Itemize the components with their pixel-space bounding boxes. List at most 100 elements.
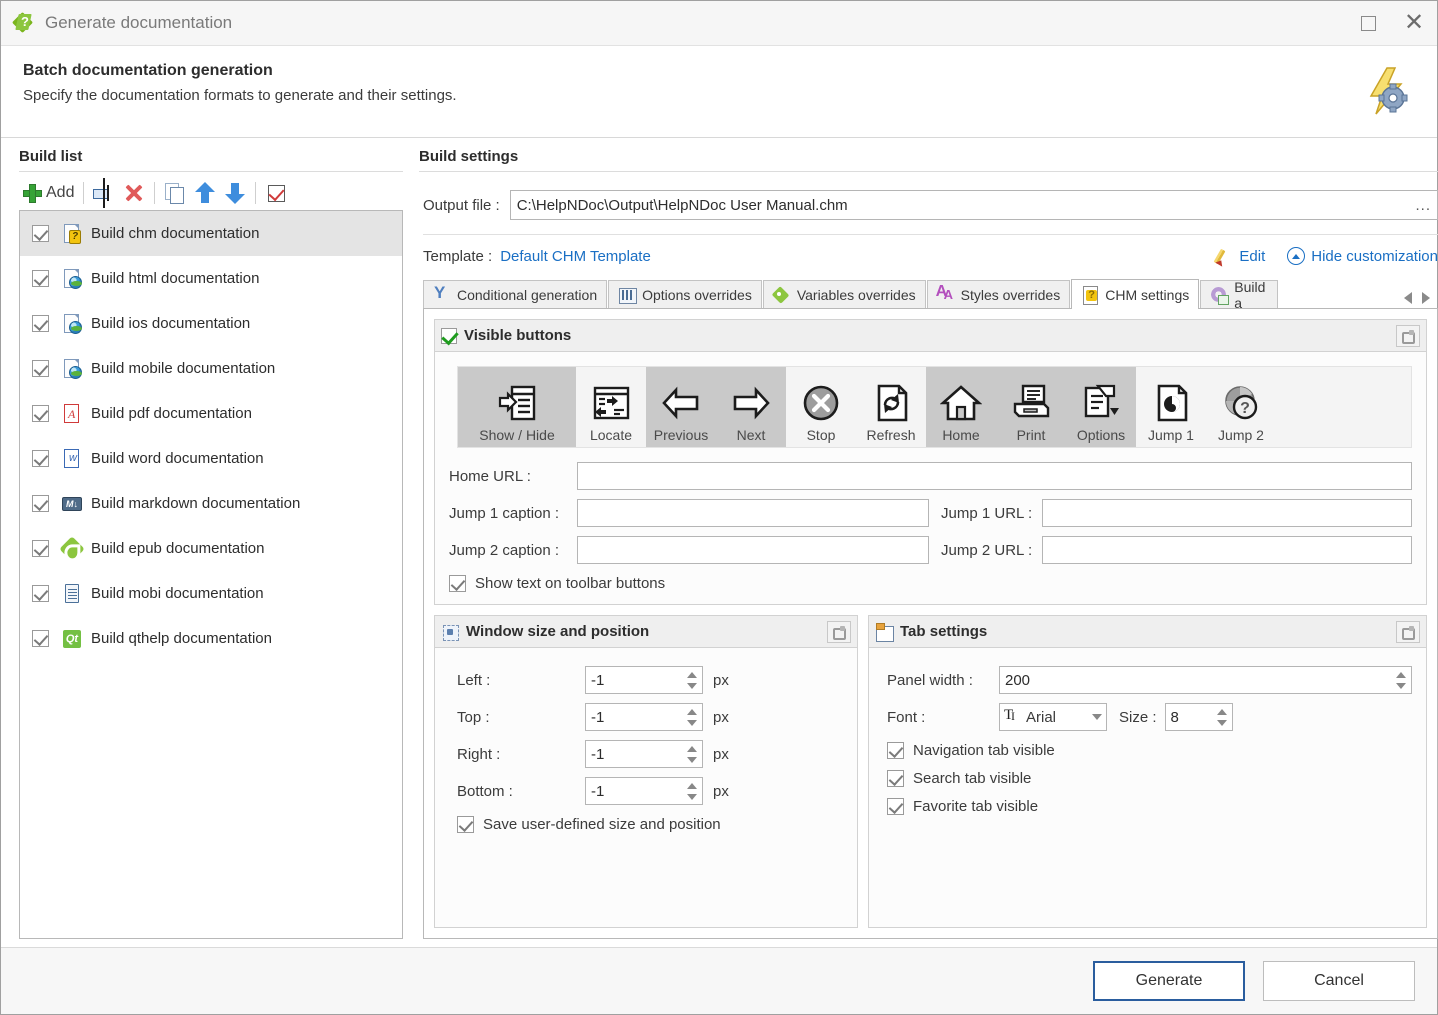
- toolbar-button-previous[interactable]: Previous: [646, 367, 716, 447]
- favorite-tab-checkbox[interactable]: [887, 798, 904, 815]
- tab-settings-group: Tab settings Panel width : 200 Font: T …: [868, 615, 1427, 928]
- toolbar-button-stop[interactable]: Stop: [786, 367, 856, 447]
- toolbar-separator: [255, 182, 257, 204]
- hide-customization-link[interactable]: Hide customization: [1311, 248, 1438, 265]
- duplicate-button[interactable]: [160, 178, 190, 208]
- top-spinner[interactable]: -1: [585, 703, 703, 731]
- arrow-down-icon: [225, 182, 246, 204]
- navigation-tab-checkbox[interactable]: [887, 742, 904, 759]
- jump2-url-label: Jump 2 URL :: [941, 541, 1033, 559]
- size-spinner[interactable]: 8: [1164, 703, 1233, 731]
- window-position-icon: [441, 623, 459, 641]
- item-checkbox[interactable]: [32, 630, 49, 647]
- bottom-spinner[interactable]: -1: [585, 777, 703, 805]
- toolbar-button-next[interactable]: Next: [716, 367, 786, 447]
- output-file-input[interactable]: C:\HelpNDoc\Output\HelpNDoc User Manual.…: [509, 190, 1438, 220]
- font-combobox[interactable]: Arial: [999, 703, 1107, 731]
- item-checkbox[interactable]: [32, 585, 49, 602]
- tab-build-actions[interactable]: Build a: [1200, 280, 1279, 308]
- rename-button[interactable]: [89, 178, 119, 208]
- reset-tab-settings-button[interactable]: [1396, 620, 1420, 643]
- move-down-button[interactable]: [220, 178, 250, 208]
- save-size-row: Save user-defined size and position: [457, 816, 843, 833]
- visible-buttons-checkbox[interactable]: [441, 327, 457, 344]
- delete-button[interactable]: [119, 178, 149, 208]
- build-list[interactable]: ? Build chm documentation Build html doc…: [19, 210, 403, 939]
- tab-label: CHM settings: [1105, 286, 1190, 303]
- styles-icon: [936, 283, 955, 304]
- word-icon: [61, 448, 83, 470]
- reset-icon: [833, 626, 846, 640]
- list-item[interactable]: Build word documentation: [20, 436, 402, 481]
- item-checkbox[interactable]: [32, 360, 49, 377]
- edit-template-link[interactable]: Edit: [1239, 248, 1265, 265]
- cancel-button[interactable]: Cancel: [1263, 961, 1415, 1001]
- item-checkbox[interactable]: [32, 270, 49, 287]
- reset-visible-buttons-button[interactable]: [1396, 324, 1420, 347]
- list-item[interactable]: Build mobile documentation: [20, 346, 402, 391]
- list-item-label: Build mobile documentation: [91, 360, 276, 377]
- tab-options-overrides[interactable]: Options overrides: [608, 280, 762, 308]
- bottom-value: -1: [591, 782, 605, 800]
- jump1-caption-label: Jump 1 caption :: [449, 504, 560, 522]
- browse-button[interactable]: ...: [1409, 197, 1431, 214]
- close-button[interactable]: ✕: [1391, 1, 1437, 45]
- list-item[interactable]: Qt Build qthelp documentation: [20, 616, 402, 661]
- tab-styles-overrides[interactable]: Styles overrides: [926, 280, 1071, 308]
- list-item[interactable]: Build epub documentation: [20, 526, 402, 571]
- toolbar-button-refresh[interactable]: Refresh: [856, 367, 926, 447]
- tab-label: Build a: [1234, 280, 1266, 308]
- right-spinner[interactable]: -1: [585, 740, 703, 768]
- list-item[interactable]: ? Build chm documentation: [20, 211, 402, 256]
- list-item[interactable]: Build pdf documentation: [20, 391, 402, 436]
- jump2-caption-input[interactable]: [577, 536, 929, 564]
- list-item[interactable]: M↓ Build markdown documentation: [20, 481, 402, 526]
- template-value-link[interactable]: Default CHM Template: [500, 248, 651, 265]
- toolbar-button-home[interactable]: Home: [926, 367, 996, 447]
- right-value: -1: [591, 745, 605, 763]
- tab-settings-header: Tab settings: [869, 616, 1426, 648]
- item-checkbox[interactable]: [32, 405, 49, 422]
- jump1-url-input[interactable]: [1042, 499, 1412, 527]
- toolbar-button-jump2[interactable]: ? Jump 2: [1206, 367, 1276, 447]
- toolbar-button-locate[interactable]: Locate: [576, 367, 646, 447]
- navigation-tab-row: Navigation tab visible: [887, 742, 1412, 759]
- generate-button[interactable]: Generate: [1093, 961, 1245, 1001]
- toolbar-button-print[interactable]: Print: [996, 367, 1066, 447]
- toolbar-button-jump1[interactable]: Jump 1: [1136, 367, 1206, 447]
- search-tab-checkbox[interactable]: [887, 770, 904, 787]
- move-up-button[interactable]: [190, 178, 220, 208]
- settings-tabstrip: Conditional generation Options overrides…: [423, 279, 1438, 309]
- home-url-input[interactable]: [577, 462, 1412, 490]
- list-item[interactable]: Build html documentation: [20, 256, 402, 301]
- build-list-toolbar: Add: [19, 176, 403, 210]
- scroll-right-icon[interactable]: [1422, 292, 1430, 304]
- item-checkbox[interactable]: [32, 315, 49, 332]
- unit-label: px: [713, 782, 729, 800]
- tab-variables-overrides[interactable]: Variables overrides: [762, 280, 926, 308]
- tab-chm-settings[interactable]: CHM settings: [1071, 279, 1200, 309]
- panel-width-spinner[interactable]: 200: [999, 666, 1412, 694]
- left-label: Left :: [457, 671, 491, 689]
- window-size-body: Left : -1 px Top : -1 px Right: -1 px B…: [435, 648, 857, 845]
- jump2-url-input[interactable]: [1042, 536, 1412, 564]
- item-checkbox[interactable]: [32, 540, 49, 557]
- jump1-caption-input[interactable]: [577, 499, 929, 527]
- select-all-button[interactable]: [261, 178, 291, 208]
- rename-icon: [93, 185, 115, 201]
- maximize-button[interactable]: [1345, 1, 1391, 45]
- scroll-left-icon[interactable]: [1404, 292, 1412, 304]
- add-button[interactable]: Add: [19, 178, 78, 208]
- list-item[interactable]: Build ios documentation: [20, 301, 402, 346]
- list-item[interactable]: Build mobi documentation: [20, 571, 402, 616]
- show-text-checkbox[interactable]: [449, 575, 466, 592]
- toolbar-button-options[interactable]: Options: [1066, 367, 1136, 447]
- left-spinner[interactable]: -1: [585, 666, 703, 694]
- item-checkbox[interactable]: [32, 495, 49, 512]
- item-checkbox[interactable]: [32, 225, 49, 242]
- tab-conditional-generation[interactable]: Conditional generation: [423, 280, 608, 308]
- item-checkbox[interactable]: [32, 450, 49, 467]
- save-size-checkbox[interactable]: [457, 816, 474, 833]
- toolbar-button-show-hide[interactable]: Show / Hide: [458, 367, 576, 447]
- reset-window-size-button[interactable]: [827, 620, 851, 643]
